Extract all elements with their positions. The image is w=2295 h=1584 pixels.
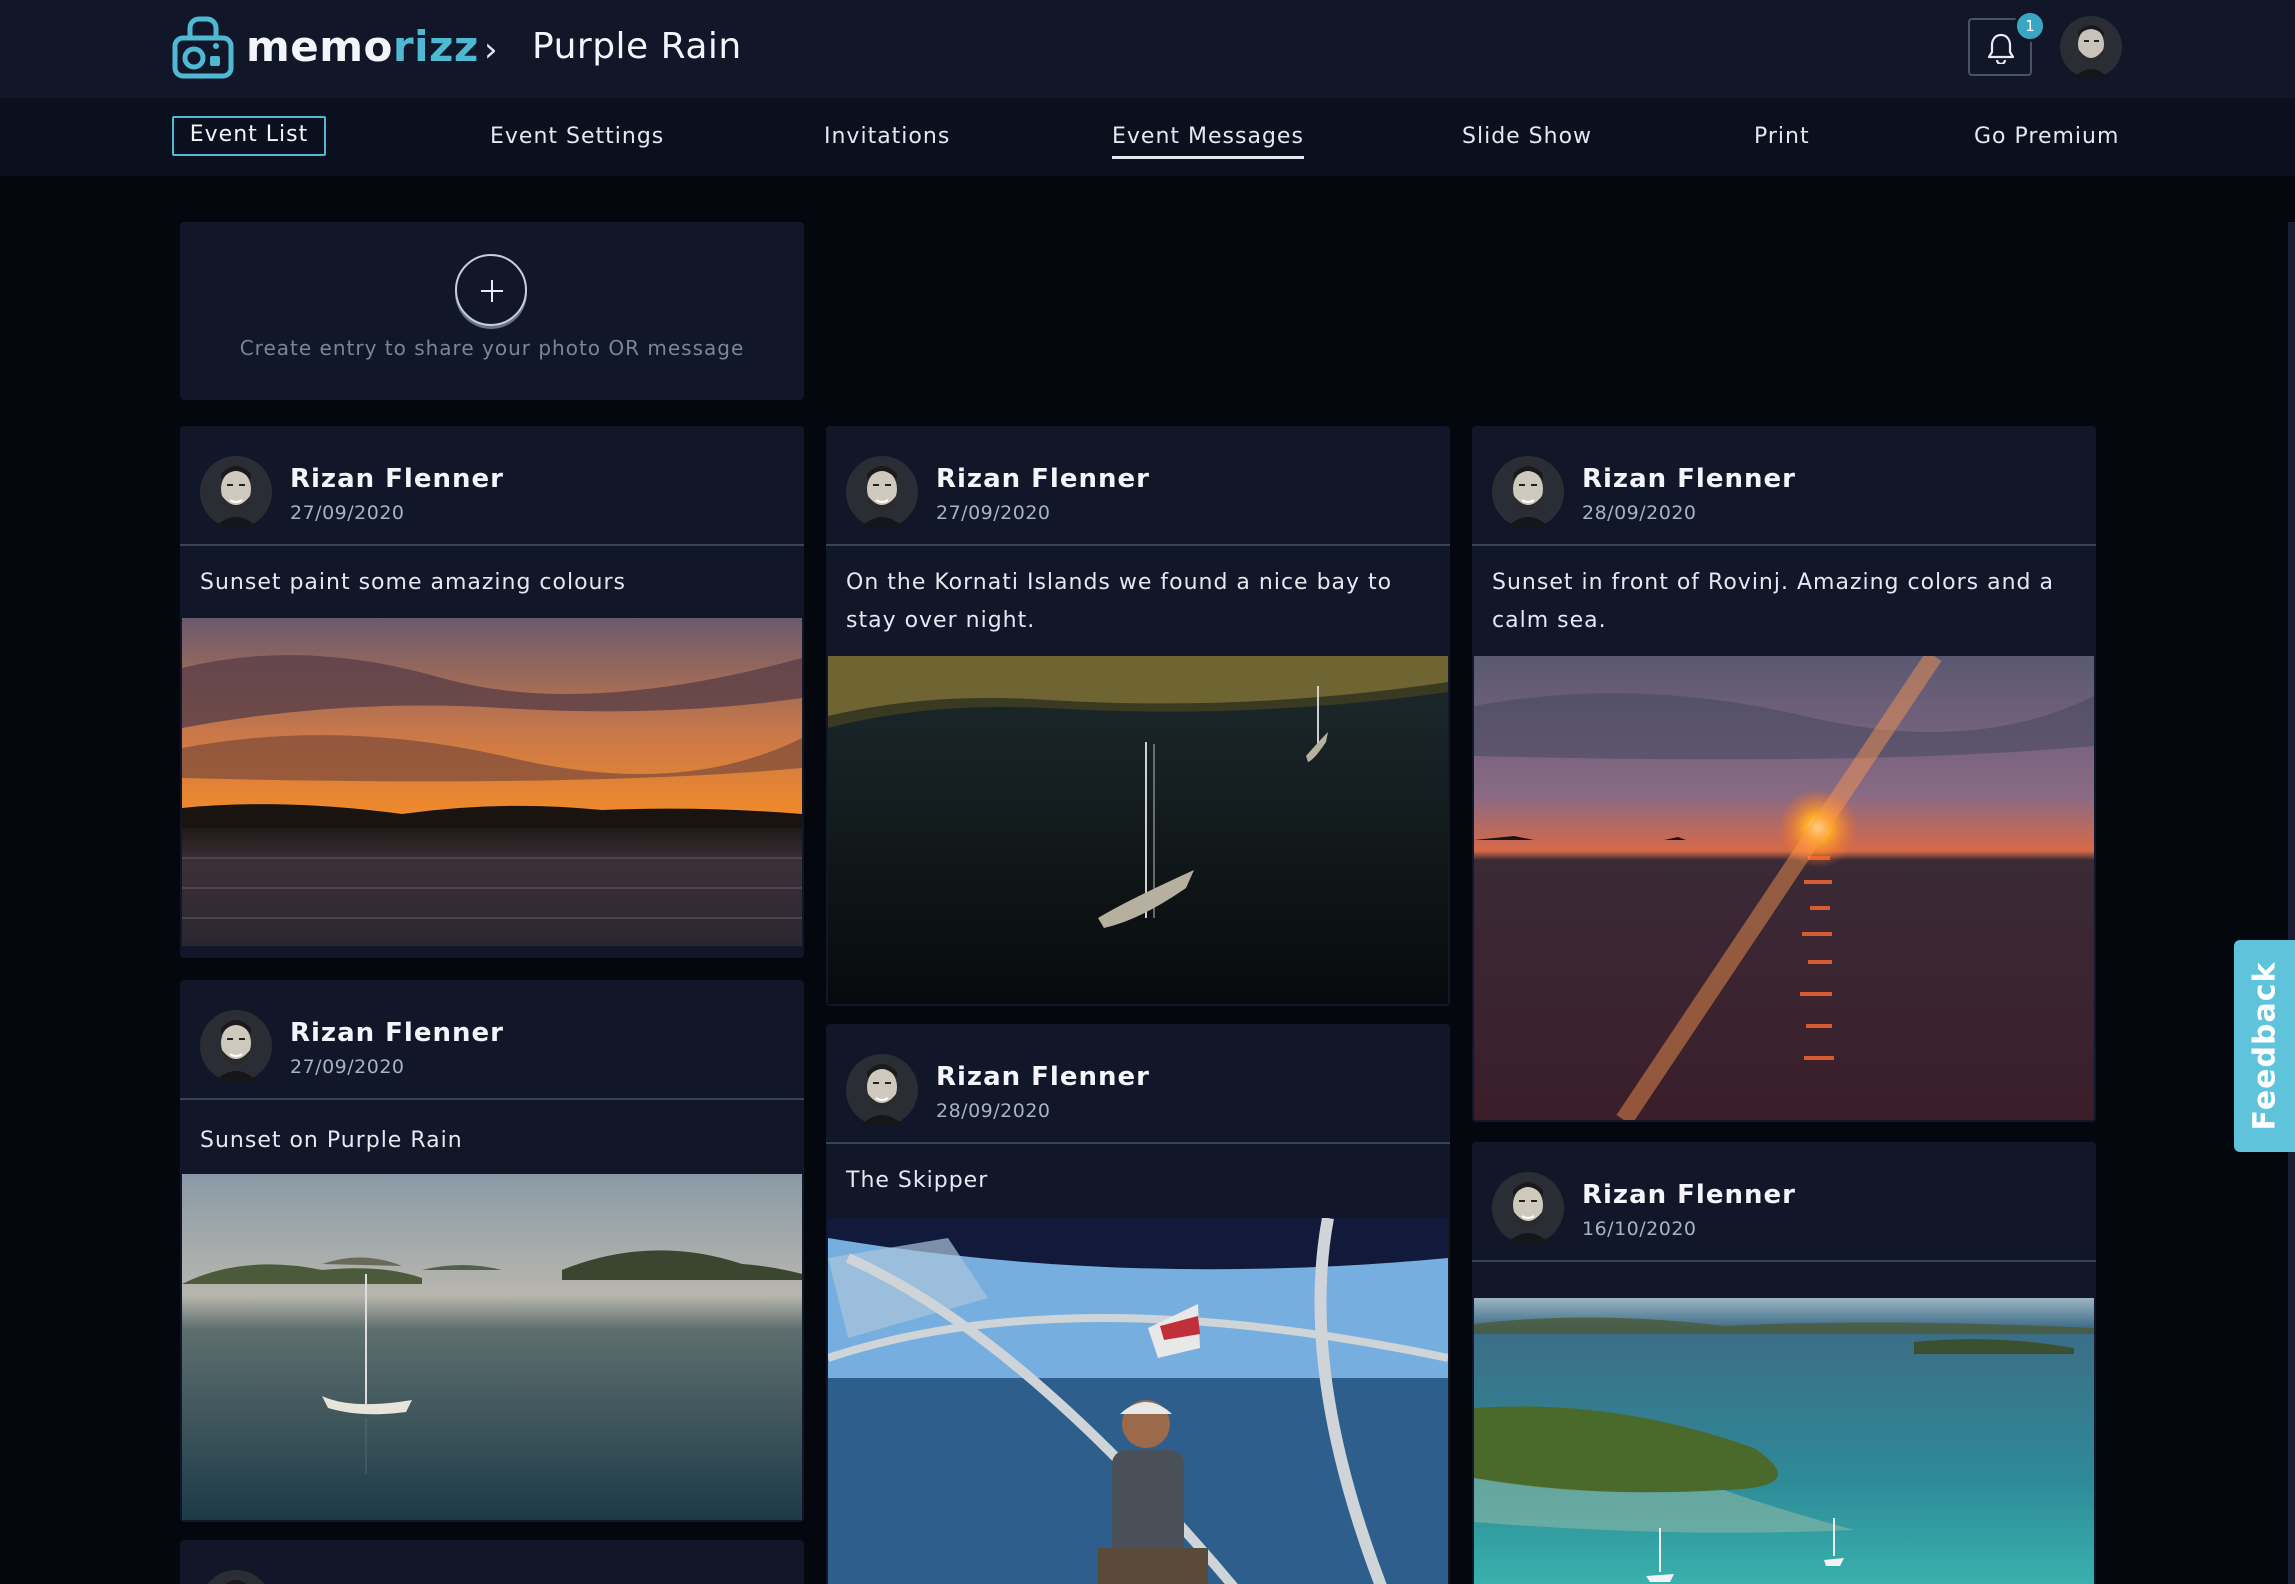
post-message: The Skipper — [846, 1168, 989, 1193]
post-message: On the Kornati Islands we found a nice b… — [846, 570, 1393, 633]
sunset-sea-photo[interactable] — [1474, 656, 2094, 1120]
author-avatar[interactable] — [846, 1054, 918, 1126]
author-avatar[interactable] — [200, 1010, 272, 1082]
post-header: Rizan Flenner 27/09/2020 — [180, 426, 804, 546]
tab-print[interactable]: Print — [1754, 124, 1810, 149]
feedback-tab[interactable]: Feedback — [2234, 940, 2295, 1152]
post-card[interactable]: Rizan Flenner 27/09/2020 Sunset on Purpl… — [180, 980, 804, 1522]
post-header: Rizan Flenner 27/09/2020 — [826, 426, 1450, 546]
brand-main: memo — [246, 22, 393, 71]
post-date: 16/10/2020 — [1582, 1218, 1697, 1240]
post-author[interactable]: Rizan Flenner — [1582, 1180, 1796, 1210]
tab-event-settings[interactable]: Event Settings — [490, 124, 664, 149]
post-header: Rizan Flenner 16/10/2020 — [1472, 1142, 2096, 1262]
bell-icon — [1987, 33, 2015, 64]
scrollbar-track[interactable] — [2288, 222, 2295, 1584]
post-author[interactable]: Rizan Flenner — [290, 464, 504, 494]
event-nav-bar: Event List Event Settings Invitations Ev… — [0, 98, 2295, 176]
tab-slide-show[interactable]: Slide Show — [1462, 124, 1592, 149]
post-card[interactable]: Rizan Flenner 16/10/2020 — [1472, 1142, 2096, 1584]
post-date: 28/09/2020 — [936, 1100, 1051, 1122]
author-avatar[interactable] — [200, 456, 272, 528]
post-message — [1472, 1262, 2096, 1280]
brand-accent: rizz — [392, 22, 479, 71]
island-aerial-photo[interactable] — [1474, 1298, 2094, 1584]
breadcrumb-separator: › — [484, 30, 498, 70]
create-entry-prompt: Create entry to share your photo OR mess… — [239, 336, 745, 360]
post-message: Sunset paint some amazing colours — [200, 570, 627, 595]
tab-go-premium[interactable]: Go Premium — [1974, 124, 2119, 149]
event-list-button[interactable]: Event List — [172, 116, 326, 156]
tab-invitations[interactable]: Invitations — [824, 124, 950, 149]
post-date: 28/09/2020 — [1582, 502, 1697, 524]
add-entry-button[interactable] — [455, 254, 527, 326]
post-header: Rizan Flenner 28/09/2020 — [826, 1024, 1450, 1144]
memorizz-logo-icon[interactable] — [172, 16, 234, 80]
post-date: 27/09/2020 — [290, 1056, 405, 1078]
post-card[interactable]: Rizan Flenner 28/09/2020 The Skipper — [826, 1024, 1450, 1584]
post-date: 27/09/2020 — [290, 502, 405, 524]
post-author[interactable]: Rizan Flenner — [936, 1062, 1150, 1092]
post-header: Rizan Flenner 27/09/2020 — [180, 980, 804, 1100]
post-date: 27/09/2020 — [936, 502, 1051, 524]
post-card[interactable] — [180, 1540, 804, 1584]
post-header: Rizan Flenner 28/09/2020 — [1472, 426, 2096, 546]
sunset-clouds-photo[interactable] — [182, 618, 802, 946]
post-message: Sunset in front of Rovinj. Amazing color… — [1492, 570, 2054, 633]
tab-event-messages[interactable]: Event Messages — [1112, 124, 1304, 159]
page-title: Purple Rain — [532, 26, 742, 67]
post-card[interactable]: Rizan Flenner 28/09/2020 Sunset in front… — [1472, 426, 2096, 1122]
sailboat-bay-aerial-photo[interactable] — [828, 656, 1448, 1004]
notification-count-badge: 1 — [2014, 10, 2046, 42]
user-avatar[interactable] — [2060, 16, 2122, 78]
feedback-label: Feedback — [2247, 961, 2282, 1131]
brand-name[interactable]: memorizz — [246, 22, 479, 71]
post-message: Sunset on Purple Rain — [200, 1128, 463, 1153]
author-avatar[interactable] — [1492, 1172, 1564, 1244]
post-card[interactable]: Rizan Flenner 27/09/2020 On the Kornati … — [826, 426, 1450, 1006]
post-card[interactable]: Rizan Flenner 27/09/2020 Sunset paint so… — [180, 426, 804, 958]
post-author[interactable]: Rizan Flenner — [936, 464, 1150, 494]
post-author[interactable]: Rizan Flenner — [290, 1018, 504, 1048]
create-entry-card[interactable]: Create entry to share your photo OR mess… — [180, 222, 804, 400]
sailboat-islands-photo[interactable] — [182, 1174, 802, 1520]
author-avatar[interactable] — [1492, 456, 1564, 528]
skipper-photo[interactable] — [828, 1218, 1448, 1584]
top-bar: memorizz › Purple Rain 1 — [0, 0, 2295, 98]
post-author[interactable]: Rizan Flenner — [1582, 464, 1796, 494]
author-avatar[interactable] — [200, 1570, 272, 1584]
author-avatar[interactable] — [846, 456, 918, 528]
